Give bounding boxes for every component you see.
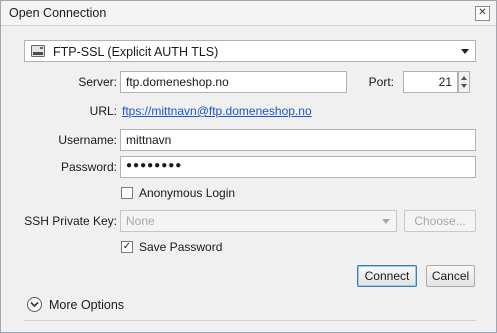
more-options-label[interactable]: More Options <box>49 298 124 312</box>
anonymous-login-label: Anonymous Login <box>139 186 236 200</box>
save-password-checkbox[interactable]: ✓ <box>121 241 133 253</box>
title-bar: Open Connection ✕ <box>1 1 496 26</box>
server-input[interactable]: ftp.domeneshop.no <box>120 71 347 93</box>
anonymous-login-checkbox[interactable] <box>121 187 133 199</box>
ssh-key-value: None <box>126 214 155 228</box>
password-label: Password: <box>60 160 117 174</box>
port-stepper[interactable] <box>458 71 470 93</box>
url-link[interactable]: ftps://mittnavn@ftp.domeneshop.no <box>122 104 312 118</box>
connect-button[interactable]: Connect <box>357 265 417 287</box>
protocol-select[interactable]: FTP-SSL (Explicit AUTH TLS) <box>24 40 476 62</box>
open-connection-window: Open Connection ✕ FTP-SSL (Explicit AUTH… <box>0 0 497 333</box>
choose-button[interactable]: Choose... <box>404 210 476 232</box>
window-title: Open Connection <box>9 6 107 20</box>
chevron-down-icon <box>461 49 469 54</box>
stepper-up-icon[interactable] <box>461 76 467 80</box>
password-input[interactable]: ●●●●●●●● <box>120 156 476 178</box>
drive-icon <box>31 45 45 57</box>
close-icon[interactable]: ✕ <box>475 6 490 21</box>
ssh-key-label: SSH Private Key: <box>24 214 117 228</box>
cancel-button[interactable]: Cancel <box>426 265 475 287</box>
ssh-key-select[interactable]: None <box>120 210 397 232</box>
dialog-content: FTP-SSL (Explicit AUTH TLS) Server: ftp.… <box>9 26 488 330</box>
port-label: Port: <box>368 75 394 89</box>
divider <box>24 320 476 321</box>
username-label: Username: <box>58 133 117 147</box>
chevron-down-icon <box>382 219 390 224</box>
port-input[interactable]: 21 <box>403 71 458 93</box>
protocol-label: FTP-SSL (Explicit AUTH TLS) <box>53 45 219 59</box>
chevron-down-icon[interactable] <box>27 297 42 312</box>
save-password-label: Save Password <box>139 240 223 254</box>
url-label: URL: <box>89 104 117 118</box>
username-input[interactable]: mittnavn <box>120 129 476 151</box>
server-label: Server: <box>78 75 117 89</box>
stepper-down-icon[interactable] <box>461 84 467 88</box>
